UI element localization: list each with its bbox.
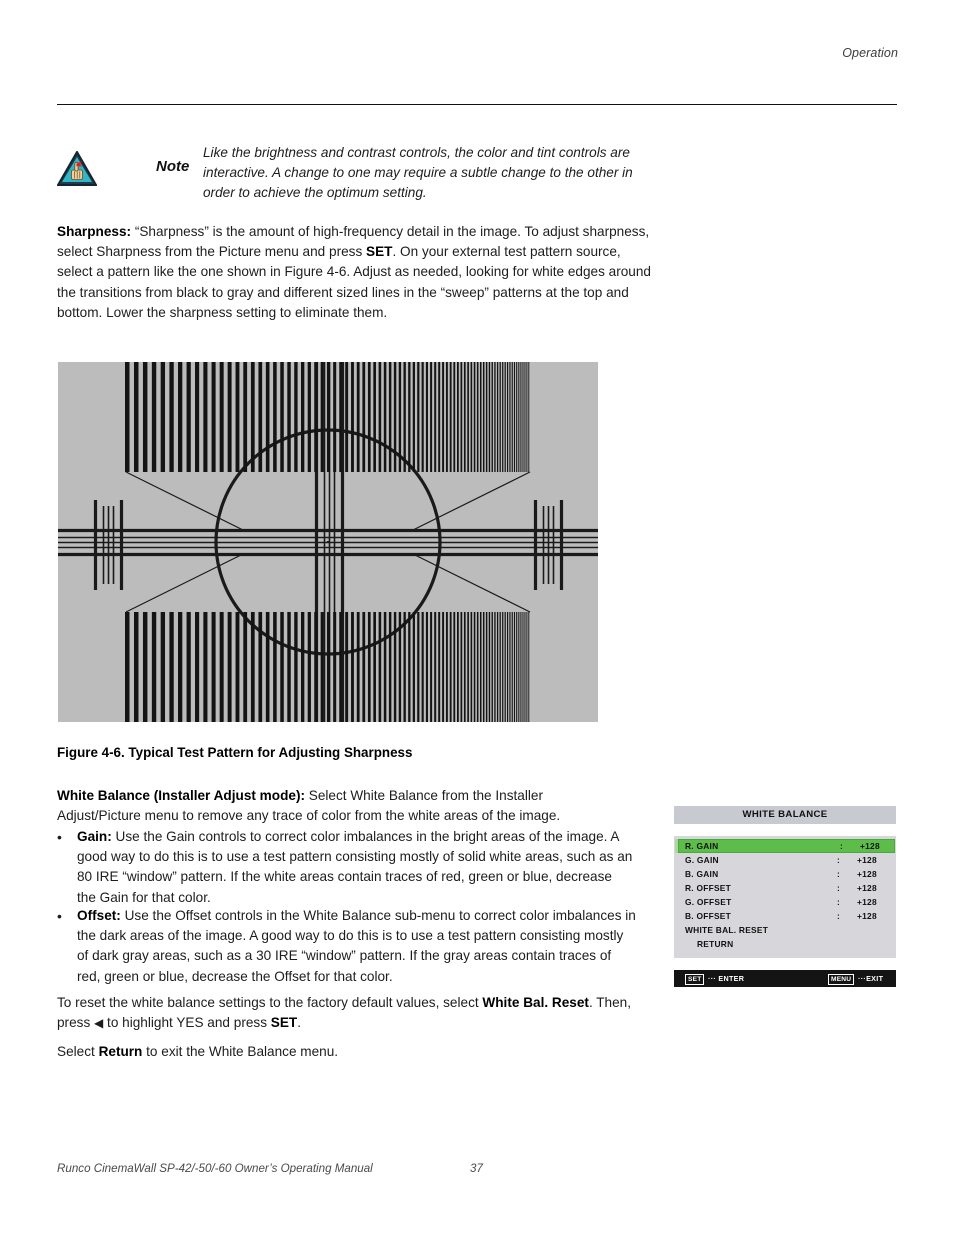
osd-row-g-gain[interactable]: G. GAIN: +128 — [675, 853, 895, 867]
osd-row-colon: : — [837, 897, 841, 907]
frequency-sweep-top — [125, 362, 530, 472]
bullet-offset-content: Offset: Use the Offset controls in the W… — [77, 906, 637, 987]
header-divider — [57, 104, 897, 105]
bullet-marker: • — [57, 829, 62, 845]
return-label: Return — [98, 1044, 143, 1059]
bullet-gain: • Gain: Use the Gain controls to correct… — [57, 827, 633, 908]
osd-menu-key-icon: MENU — [828, 974, 855, 985]
set-key-inline: SET — [270, 1015, 298, 1031]
white-balance-term: White Balance (Installer Adjust mode): — [57, 788, 305, 803]
osd-white-balance-menu[interactable]: WHITE BALANCE R. GAIN: +128 G. GAIN: +128 B.… — [674, 806, 896, 987]
osd-row-label: G. OFFSET — [685, 897, 732, 907]
osd-row-label: B. GAIN — [685, 869, 719, 879]
osd-row-b-gain[interactable]: B. GAIN: +128 — [675, 867, 895, 881]
return-text-1: Select — [57, 1044, 99, 1059]
note-hand-triangle-icon — [56, 149, 98, 187]
osd-row-label: R. GAIN — [685, 841, 719, 851]
reset-instructions-paragraph: To reset the white balance settings to t… — [57, 993, 647, 1033]
reset-text-3: to highlight YES and press — [103, 1015, 271, 1031]
page-footer: Runco CinemaWall SP-42/-50/-60 Owner’s O… — [57, 1162, 483, 1175]
osd-menu-action-label: ···EXIT — [858, 974, 884, 983]
page-number: 37 — [470, 1162, 483, 1175]
osd-row-value: +128 — [857, 869, 877, 879]
sharpness-term: Sharpness: — [57, 224, 132, 239]
osd-row-value: +128 — [860, 841, 880, 851]
osd-row-value: +128 — [857, 911, 877, 921]
osd-row-colon: : — [837, 855, 841, 865]
white-balance-paragraph: White Balance (Installer Adjust mode): S… — [57, 786, 627, 826]
bullet-offset-text: Use the Offset controls in the White Bal… — [77, 908, 636, 984]
osd-title: WHITE BALANCE — [674, 806, 896, 824]
osd-row-label: G. GAIN — [685, 855, 719, 865]
osd-row-b-offset[interactable]: B. OFFSET: +128 — [675, 909, 895, 923]
osd-row-white-bal-reset[interactable]: WHITE BAL. RESET — [675, 923, 895, 937]
osd-row-label: RETURN — [697, 939, 734, 949]
return-instructions-paragraph: Select Return to exit the White Balance … — [57, 1042, 647, 1062]
note-text: Like the brightness and contrast control… — [203, 145, 633, 201]
reset-text-1: To reset the white balance settings to t… — [57, 995, 483, 1010]
note-label: Note — [156, 158, 190, 175]
sharpness-paragraph: Sharpness: “Sharpness” is the amount of … — [57, 222, 654, 323]
figure-caption: Figure 4-6. Typical Test Pattern for Adj… — [57, 745, 413, 760]
osd-row-colon: : — [840, 841, 844, 851]
reset-text-4: . — [297, 1015, 301, 1031]
osd-row-value: +128 — [857, 883, 877, 893]
white-bal-reset-label: White Bal. Reset — [482, 995, 589, 1010]
osd-row-value: +128 — [857, 855, 877, 865]
frequency-sweep-bottom — [125, 612, 530, 722]
bullet-marker: • — [57, 908, 62, 924]
osd-row-label: WHITE BAL. RESET — [685, 925, 769, 935]
bullet-offset: • Offset: Use the Offset controls in the… — [57, 906, 637, 987]
osd-set-key-icon: SET — [685, 974, 705, 985]
osd-row-colon: : — [837, 911, 841, 921]
bullet-gain-term: Gain: — [77, 829, 112, 844]
osd-row-label: R. OFFSET — [685, 883, 731, 893]
osd-row-colon: : — [837, 883, 841, 893]
page-header: Operation — [0, 0, 954, 110]
osd-row-r-gain[interactable]: R. GAIN: +128 — [675, 839, 895, 853]
bullet-gain-content: Gain: Use the Gain controls to correct c… — [77, 827, 633, 908]
osd-row-return[interactable]: RETURN — [675, 937, 895, 951]
bullet-offset-term: Offset: — [77, 908, 121, 923]
return-text-2: to exit the White Balance menu. — [142, 1044, 339, 1059]
test-pattern-figure — [58, 362, 598, 722]
osd-row-label: B. OFFSET — [685, 911, 731, 921]
osd-footer-bar: SET ··· ENTER MENU ···EXIT — [674, 970, 896, 987]
osd-menu-list[interactable]: R. GAIN: +128 G. GAIN: +128 B. GAIN: +128 R. O… — [674, 836, 896, 958]
osd-row-value: +128 — [857, 897, 877, 907]
bullet-gain-text: Use the Gain controls to correct color i… — [77, 829, 633, 905]
osd-row-r-offset[interactable]: R. OFFSET: +128 — [675, 881, 895, 895]
header-section-label: Operation — [842, 46, 898, 60]
set-key-inline: SET — [366, 244, 393, 260]
osd-set-action-label: ··· ENTER — [708, 974, 745, 983]
footer-manual-title: Runco CinemaWall SP-42/-50/-60 Owner’s O… — [57, 1162, 373, 1175]
osd-row-colon: : — [837, 869, 841, 879]
left-arrow-icon: ◀ — [94, 1016, 104, 1031]
osd-row-g-offset[interactable]: G. OFFSET: +128 — [675, 895, 895, 909]
